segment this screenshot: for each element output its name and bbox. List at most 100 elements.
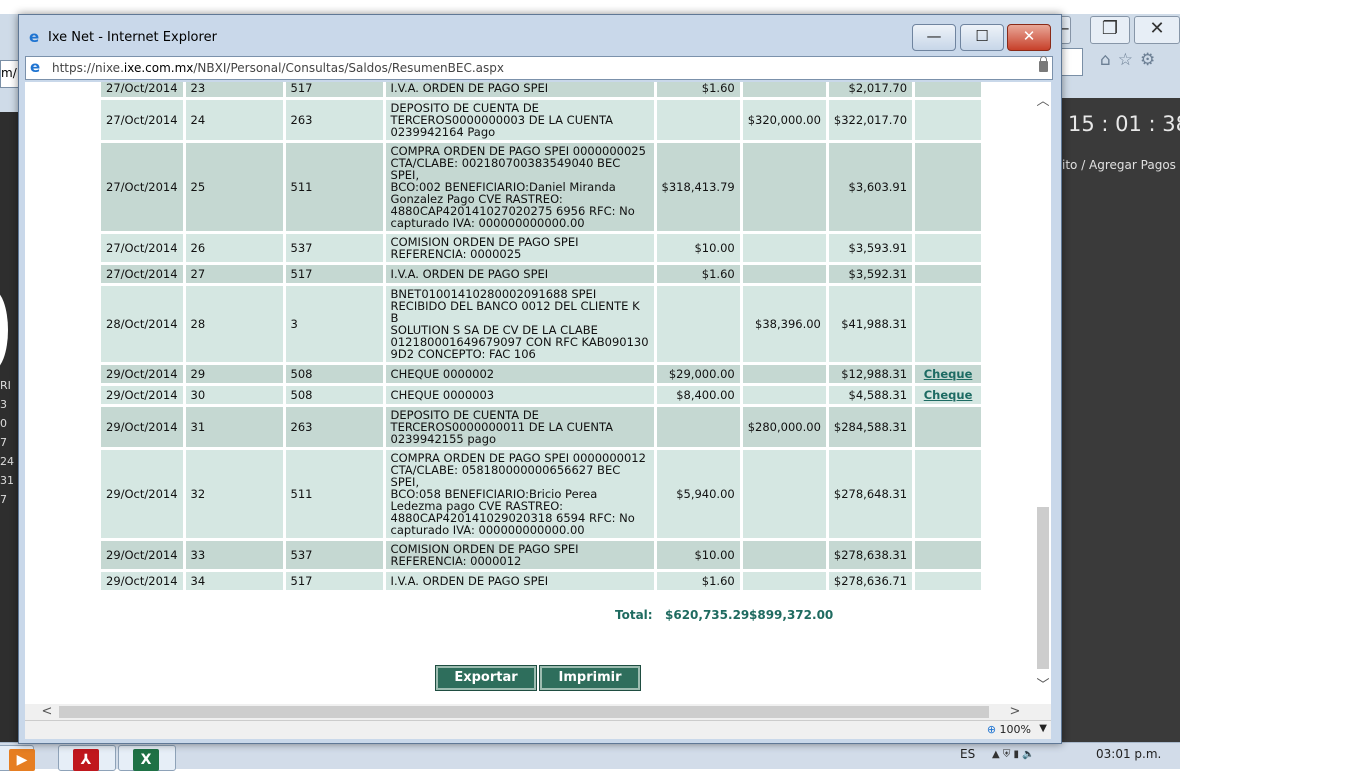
row-abono bbox=[742, 450, 826, 538]
row-abono bbox=[742, 365, 826, 383]
row-date: 29/Oct/2014 bbox=[101, 365, 183, 383]
title-bar[interactable]: e Ixe Net - Internet Explorer — ☐ ✕ bbox=[19, 15, 1061, 53]
gear-icon[interactable]: ⚙ bbox=[1140, 50, 1162, 70]
table-row: 29/Oct/2014 34 517 I.V.A. ORDEN DE PAGO SPE… bbox=[101, 572, 982, 590]
scroll-down-icon[interactable]: ﹀ bbox=[1035, 678, 1051, 694]
zoom-control[interactable]: ⊕ 100% bbox=[987, 723, 1031, 736]
row-cargo: $5,940.00 bbox=[656, 450, 740, 538]
export-button[interactable]: Exportar bbox=[435, 665, 537, 691]
row-description: DEPOSITO DE CUENTA DE TERCEROS0000000011… bbox=[385, 407, 654, 447]
row-code: 517 bbox=[285, 265, 383, 283]
background-side-number: 24 bbox=[0, 455, 14, 468]
row-cargo: $10.00 bbox=[656, 234, 740, 262]
taskbar-pdf-button[interactable]: ⅄ bbox=[58, 745, 116, 771]
row-description: I.V.A. ORDEN DE PAGO SPEI bbox=[385, 265, 654, 283]
cheque-link[interactable]: Cheque bbox=[924, 367, 973, 381]
table-row: 27/Oct/2014 26 537 COMISION ORDEN DE PAGO S… bbox=[101, 234, 982, 262]
taskbar-excel-button[interactable]: X bbox=[118, 745, 176, 771]
row-date: 28/Oct/2014 bbox=[101, 286, 183, 362]
row-code: 517 bbox=[285, 572, 383, 590]
home-icon[interactable]: ⌂ bbox=[1100, 50, 1118, 70]
row-abono bbox=[742, 143, 826, 231]
ie-icon: e bbox=[29, 28, 40, 46]
row-cargo: $1.60 bbox=[656, 82, 740, 97]
row-saldo: $278,638.31 bbox=[828, 541, 913, 569]
row-code: 3 bbox=[285, 286, 383, 362]
row-cargo bbox=[656, 100, 740, 140]
taskbar: ▶ ⅄ X ES ▲ ⛨ ▮ 🔈 03:01 p.m. bbox=[0, 742, 1180, 771]
scroll-right-icon[interactable]: > bbox=[1007, 704, 1023, 720]
table-row: 27/Oct/2014 25 511 COMPRA ORDEN DE PAGO SPE… bbox=[101, 143, 982, 231]
taskbar-media-button[interactable]: ▶ bbox=[0, 745, 35, 771]
row-description: COMISION ORDEN DE PAGO SPEI REFERENCIA: … bbox=[385, 541, 654, 569]
row-abono bbox=[742, 234, 826, 262]
row-description: COMPRA ORDEN DE PAGO SPEI 0000000025 CTA… bbox=[385, 143, 654, 231]
background-side-number: 7 bbox=[0, 493, 7, 506]
row-abono bbox=[742, 541, 826, 569]
address-bar[interactable]: e https://nixe.ixe.com.mx/NBXI/Personal/… bbox=[25, 56, 1053, 80]
row-link bbox=[915, 541, 982, 569]
row-link bbox=[915, 82, 982, 97]
ie-page-icon: e bbox=[30, 58, 41, 76]
background-breadcrumb[interactable]: ito / Agregar Pagos bbox=[1062, 158, 1176, 172]
row-abono bbox=[742, 82, 826, 97]
row-abono bbox=[742, 572, 826, 590]
zoom-dropdown-icon[interactable]: ▼ bbox=[1039, 723, 1047, 734]
row-abono: $280,000.00 bbox=[742, 407, 826, 447]
url-text[interactable]: https://nixe.ixe.com.mx/NBXI/Personal/Co… bbox=[52, 61, 504, 75]
print-button[interactable]: Imprimir bbox=[539, 665, 641, 691]
background-restore-icon[interactable]: ❐ bbox=[1090, 16, 1130, 44]
background-side-numbers: RI 3 0 7 24 31 7 bbox=[0, 376, 14, 509]
url-domain: ixe.com.mx bbox=[123, 61, 194, 75]
row-saldo: $3,592.31 bbox=[828, 265, 913, 283]
status-bar: ⊕ 100% ▼ bbox=[25, 720, 1051, 739]
url-prefix: https://nixe. bbox=[52, 61, 124, 75]
background-side-number: 3 bbox=[0, 398, 7, 411]
table-row: 29/Oct/2014 31 263 DEPOSITO DE CUENTA DE TE… bbox=[101, 407, 982, 447]
vertical-scrollbar[interactable]: ︿ ﹀ bbox=[1035, 82, 1051, 703]
taskbar-clock[interactable]: 03:01 p.m. bbox=[1096, 747, 1161, 761]
language-indicator[interactable]: ES bbox=[960, 747, 975, 761]
background-right-panel bbox=[1060, 98, 1180, 742]
row-number: 29 bbox=[185, 365, 283, 383]
row-number: 26 bbox=[185, 234, 283, 262]
row-date: 29/Oct/2014 bbox=[101, 386, 183, 404]
row-cargo: $1.60 bbox=[656, 572, 740, 590]
close-button[interactable]: ✕ bbox=[1007, 24, 1051, 51]
row-date: 27/Oct/2014 bbox=[101, 100, 183, 140]
horizontal-scrollbar[interactable]: < > bbox=[25, 704, 1051, 720]
row-code: 537 bbox=[285, 541, 383, 569]
row-link bbox=[915, 450, 982, 538]
scroll-up-icon[interactable]: ︿ bbox=[1035, 94, 1051, 110]
maximize-button[interactable]: ☐ bbox=[960, 24, 1004, 51]
row-cargo: $1.60 bbox=[656, 265, 740, 283]
row-code: 508 bbox=[285, 386, 383, 404]
row-description: COMISION ORDEN DE PAGO SPEI REFERENCIA: … bbox=[385, 234, 654, 262]
row-link bbox=[915, 265, 982, 283]
row-number: 33 bbox=[185, 541, 283, 569]
tray-icons[interactable]: ▲ ⛨ ▮ 🔈 bbox=[992, 749, 1035, 760]
row-code: 537 bbox=[285, 234, 383, 262]
row-code: 511 bbox=[285, 450, 383, 538]
ie-popup-window: e Ixe Net - Internet Explorer — ☐ ✕ e ht… bbox=[18, 14, 1062, 744]
background-close-icon[interactable]: ✕ bbox=[1134, 16, 1180, 44]
row-link bbox=[915, 143, 982, 231]
table-row: 27/Oct/2014 23 517 I.V.A. ORDEN DE PAGO SPE… bbox=[101, 82, 982, 97]
row-link bbox=[915, 286, 982, 362]
background-left-panel: RI 3 0 7 24 31 7 bbox=[0, 112, 20, 756]
row-saldo: $284,588.31 bbox=[828, 407, 913, 447]
page-viewport: 27/Oct/2014 23 517 I.V.A. ORDEN DE PAGO SPE… bbox=[25, 82, 1051, 720]
table-row: 29/Oct/2014 33 537 COMISION ORDEN DE PAGO S… bbox=[101, 541, 982, 569]
cheque-link[interactable]: Cheque bbox=[924, 388, 973, 402]
star-icon[interactable]: ☆ bbox=[1118, 50, 1140, 70]
row-date: 27/Oct/2014 bbox=[101, 234, 183, 262]
row-saldo: $12,988.31 bbox=[828, 365, 913, 383]
vertical-scroll-thumb[interactable] bbox=[1037, 507, 1049, 669]
minimize-button[interactable]: — bbox=[912, 24, 956, 51]
row-link bbox=[915, 407, 982, 447]
horizontal-scroll-thumb[interactable] bbox=[59, 706, 989, 718]
row-abono: $320,000.00 bbox=[742, 100, 826, 140]
lock-icon[interactable] bbox=[1039, 56, 1048, 72]
scroll-left-icon[interactable]: < bbox=[39, 704, 55, 720]
table-row: 29/Oct/2014 29 508 CHEQUE 0000002 $29,000.00… bbox=[101, 365, 982, 383]
